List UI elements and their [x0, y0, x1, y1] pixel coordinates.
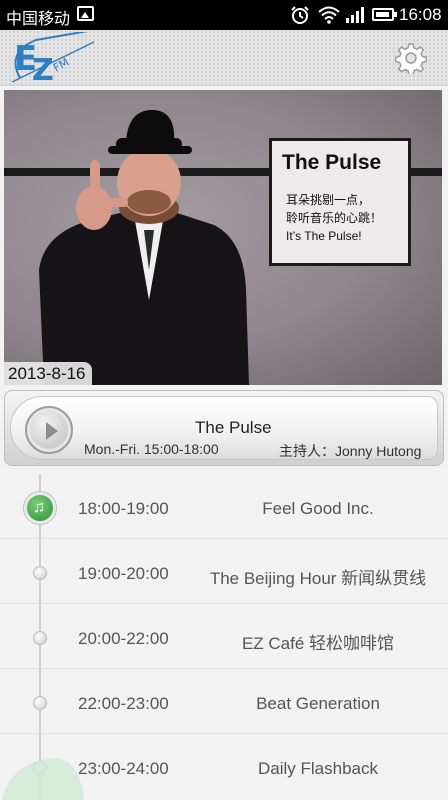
- now-playing-marker: ♫: [24, 492, 56, 524]
- promo-card: The Pulse 耳朵挑剔一点， 聆听音乐的心跳！ It’s The Puls…: [269, 138, 411, 266]
- schedule-row[interactable]: 19:00-20:00 The Beijing Hour 新闻纵贯线: [0, 539, 448, 604]
- clock: 16:08: [399, 5, 442, 24]
- schedule-show-name: EZ Café 轻松咖啡馆: [241, 634, 395, 653]
- timeline-dot: [33, 696, 47, 710]
- featured-show-banner[interactable]: The Pulse 耳朵挑剔一点， 聆听音乐的心跳！ It’s The Puls…: [4, 90, 442, 385]
- schedule-row[interactable]: 22:00-23:00 Beat Generation: [0, 669, 448, 734]
- now-playing-bar[interactable]: The Pulse Mon.-Fri. 15:00-18:00 主持人：Jonn…: [4, 390, 444, 466]
- schedule-show-name: Daily Flashback: [258, 759, 378, 778]
- alarm-icon: [291, 6, 309, 24]
- app-header: E Z FM: [0, 30, 448, 86]
- schedule-row[interactable]: 20:00-22:00 EZ Café 轻松咖啡馆: [0, 604, 448, 669]
- promo-title: The Pulse: [282, 151, 382, 174]
- schedule-show-name: Beat Generation: [256, 694, 380, 713]
- image-notification-icon: [77, 6, 94, 21]
- carrier-label: 中国移动: [6, 11, 71, 28]
- timeline-dot: [33, 566, 47, 580]
- music-note-icon: ♫: [33, 499, 45, 516]
- wifi-icon: [318, 6, 340, 24]
- leaf-decoration: [2, 758, 84, 800]
- now-playing-title: The Pulse: [195, 418, 272, 437]
- banner-date: 2013-8-16: [4, 362, 92, 385]
- settings-gear-icon[interactable]: [395, 42, 427, 74]
- now-playing-host: 主持人：Jonny Hutong: [279, 443, 422, 459]
- schedule-show-name: The Beijing Hour 新闻纵贯线: [209, 569, 427, 588]
- ez-fm-logo: E Z FM: [11, 32, 95, 84]
- schedule-time: 19:00-20:00: [78, 564, 169, 583]
- now-playing-schedule: Mon.-Fri. 15:00-18:00: [84, 441, 219, 457]
- schedule-time: 18:00-19:00: [78, 499, 169, 518]
- schedule-show-name: Feel Good Inc.: [262, 499, 374, 518]
- play-button[interactable]: [25, 406, 73, 454]
- signal-icon: [346, 7, 364, 23]
- schedule-row[interactable]: ♫ 18:00-19:00 Feel Good Inc.: [0, 474, 448, 539]
- schedule-time: 22:00-23:00: [78, 694, 169, 713]
- battery-icon: [372, 8, 397, 21]
- schedule-time: 23:00-24:00: [78, 759, 169, 778]
- now-playing-panel: The Pulse Mon.-Fri. 15:00-18:00 主持人：Jonn…: [10, 396, 438, 460]
- status-bar: 中国移动 16:08: [0, 0, 448, 30]
- schedule-time: 20:00-22:00: [78, 629, 169, 648]
- svg-text:Z: Z: [32, 53, 54, 84]
- promo-tagline: 耳朵挑剔一点， 聆听音乐的心跳！ It’s The Pulse!: [286, 193, 383, 243]
- timeline-dot: [33, 631, 47, 645]
